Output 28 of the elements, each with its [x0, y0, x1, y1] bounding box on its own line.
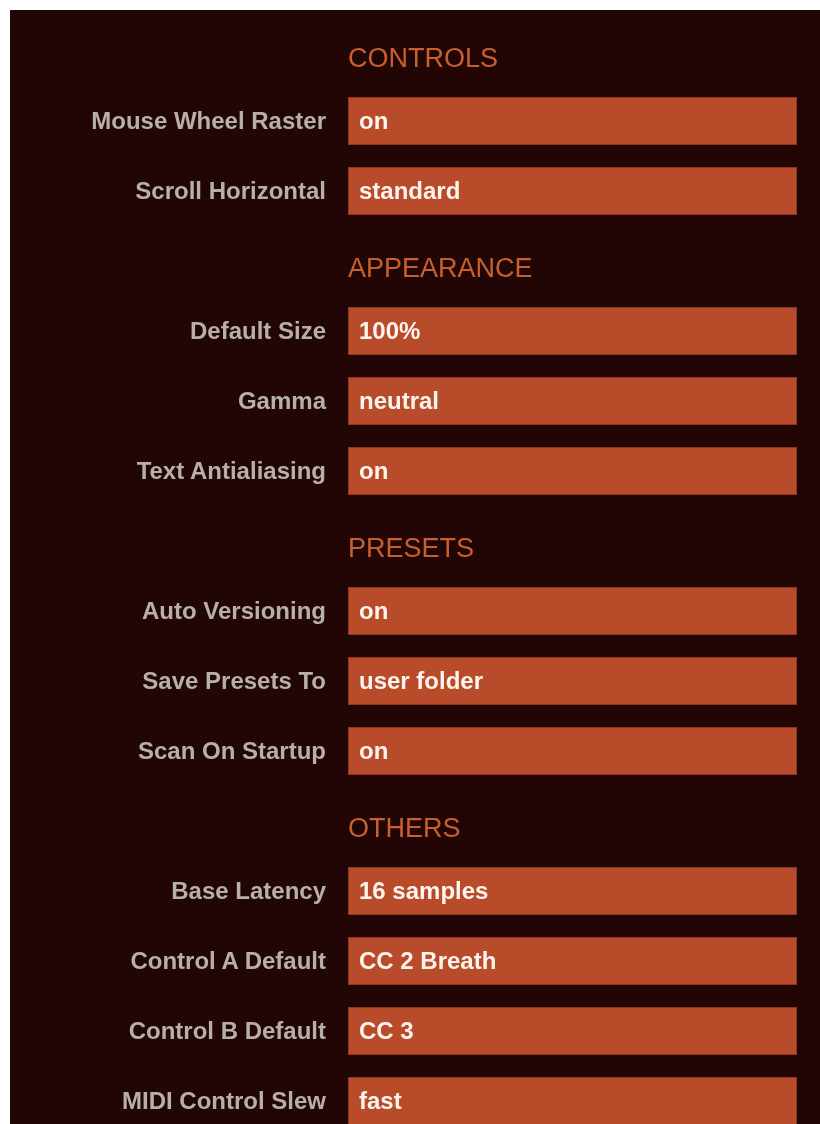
setting-label: Mouse Wheel Raster — [91, 107, 326, 135]
setting-label: Scan On Startup — [137, 737, 326, 765]
setting-label: MIDI Control Slew — [122, 1087, 326, 1115]
value-field[interactable]: user folder — [348, 657, 797, 705]
value-field[interactable]: on — [348, 587, 797, 635]
setting-label: Control B Default — [128, 1017, 326, 1045]
value-field[interactable]: on — [348, 727, 797, 775]
value-field[interactable]: CC 2 Breath — [348, 937, 797, 985]
section-heading: CONTROLS — [348, 44, 499, 72]
setting-label: Text Antialiasing — [136, 457, 326, 485]
setting-label: Default Size — [189, 317, 326, 345]
setting-label: Scroll Horizontal — [135, 177, 326, 205]
value-field[interactable]: standard — [348, 167, 797, 215]
value-field[interactable]: on — [348, 447, 797, 495]
setting-label: Auto Versioning — [142, 597, 326, 625]
value-field[interactable]: fast — [348, 1077, 797, 1124]
value-field[interactable]: CC 3 — [348, 1007, 797, 1055]
setting-label: Base Latency — [171, 877, 326, 905]
setting-label: Gamma — [237, 387, 326, 415]
value-field[interactable]: neutral — [348, 377, 797, 425]
value-field[interactable]: 100% — [348, 307, 797, 355]
value-field[interactable]: on — [348, 97, 797, 145]
section-heading: OTHERS — [348, 814, 461, 842]
value-field[interactable]: 16 samples — [348, 867, 797, 915]
setting-label: Save Presets To — [142, 667, 326, 695]
setting-label: Control A Default — [130, 947, 326, 975]
section-heading: APPEARANCE — [348, 254, 533, 282]
section-heading: PRESETS — [348, 534, 475, 562]
